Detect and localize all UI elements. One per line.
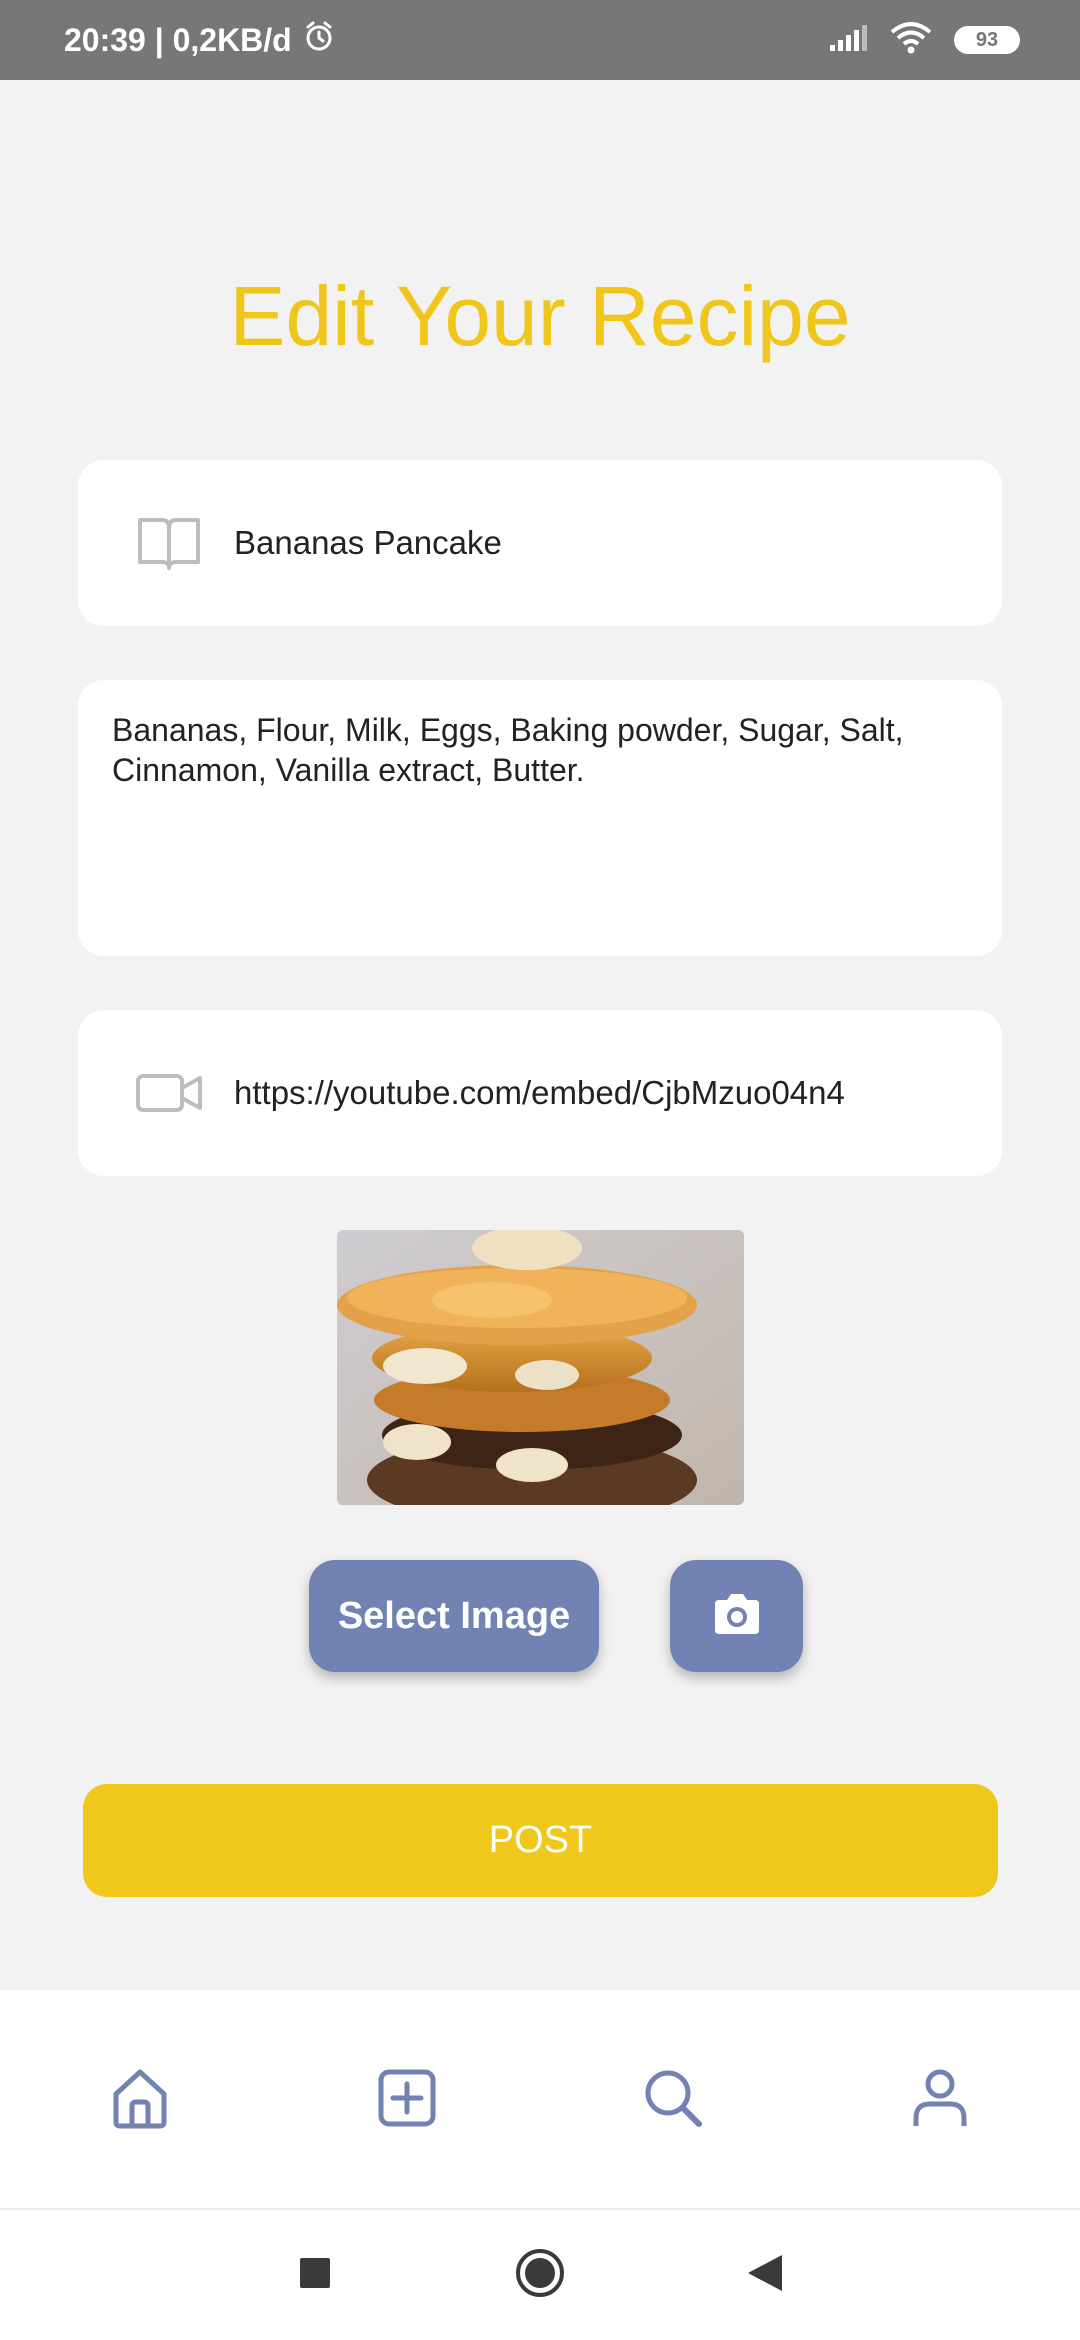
camera-button[interactable] bbox=[670, 1560, 803, 1672]
status-bar: 20:39 | 0,2KB/d 93 bbox=[0, 0, 1080, 80]
camera-icon bbox=[711, 1592, 763, 1641]
ingredients-field[interactable]: Bananas, Flour, Milk, Eggs, Baking powde… bbox=[78, 680, 1002, 956]
user-icon bbox=[908, 2066, 972, 2135]
recipe-image-preview bbox=[337, 1230, 744, 1505]
status-time-speed: 20:39 | 0,2KB/d bbox=[64, 21, 292, 58]
home-circle-icon bbox=[514, 2247, 566, 2304]
select-image-button[interactable]: Select Image bbox=[309, 1560, 599, 1672]
book-icon bbox=[134, 508, 204, 578]
bottom-navigation bbox=[0, 1990, 1080, 2210]
video-url-field[interactable]: https://youtube.com/embed/CjbMzuo04n4 bbox=[78, 1010, 1002, 1176]
ingredients-value: Bananas, Flour, Milk, Eggs, Baking powde… bbox=[112, 712, 904, 788]
video-camera-icon bbox=[134, 1058, 204, 1128]
wifi-icon bbox=[890, 21, 932, 59]
page-title: Edit Your Recipe bbox=[229, 269, 851, 363]
recipe-name-value: Bananas Pancake bbox=[234, 524, 502, 561]
signal-icon bbox=[828, 23, 868, 58]
home-icon bbox=[108, 2066, 172, 2135]
alarm-icon bbox=[302, 19, 336, 61]
recents-button[interactable] bbox=[290, 2250, 340, 2300]
search-icon bbox=[641, 2066, 705, 2135]
nav-add[interactable] bbox=[367, 2060, 447, 2140]
recents-square-icon bbox=[298, 2256, 332, 2295]
post-button[interactable]: POST bbox=[83, 1784, 998, 1897]
home-system-button[interactable] bbox=[515, 2248, 565, 2300]
back-button[interactable] bbox=[740, 2250, 790, 2300]
video-url-value: https://youtube.com/embed/CjbMzuo04n4 bbox=[234, 1074, 845, 1111]
add-square-icon bbox=[375, 2066, 439, 2135]
battery-indicator: 93 bbox=[954, 26, 1020, 54]
nav-profile[interactable] bbox=[900, 2060, 980, 2140]
status-right: 93 bbox=[828, 21, 1020, 59]
system-navigation-bar bbox=[0, 2210, 1080, 2340]
nav-search[interactable] bbox=[633, 2060, 713, 2140]
nav-home[interactable] bbox=[100, 2060, 180, 2140]
status-left: 20:39 | 0,2KB/d bbox=[64, 19, 336, 61]
back-triangle-icon bbox=[746, 2253, 784, 2298]
recipe-name-field[interactable]: Bananas Pancake bbox=[78, 460, 1002, 626]
